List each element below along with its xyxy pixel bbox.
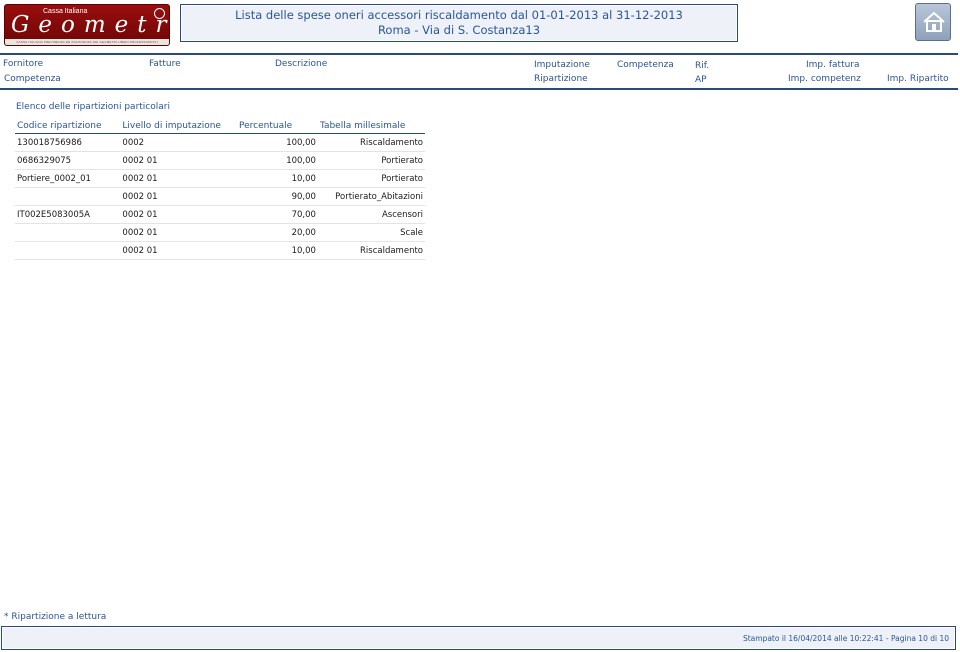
report-title: Lista delle spese oneri accessori riscal… (235, 8, 683, 22)
home-button[interactable] (915, 3, 951, 41)
col-fornitore: Fornitore (3, 59, 44, 69)
cell-codice: Portiere_0002_01 (15, 169, 121, 188)
cell-percentuale: 100,00 (237, 133, 318, 152)
table-header-row: Codice ripartizione Livello di imputazio… (15, 119, 425, 134)
cell-tabella: Portierato_Abitazioni (317, 187, 425, 206)
cell-livello: 0002 (120, 133, 238, 152)
print-timestamp: Stampato il 16/04/2014 alle 10:22:41 (742, 634, 884, 643)
footer-bar: Stampato il 16/04/2014 alle 10:22:41 - P… (1, 626, 956, 650)
cell-tabella: Riscaldamento (317, 241, 425, 260)
table-row: 0002 01 20,00 Scale (15, 223, 425, 242)
section-title: Elenco delle ripartizioni particolari (16, 102, 170, 112)
header-tabella: Tabella millesimale (317, 119, 425, 134)
logo-wordmark: Geometri (11, 12, 169, 38)
cell-codice (15, 187, 121, 206)
report-title-box: Lista delle spese oneri accessori riscal… (180, 4, 738, 42)
cell-codice: IT002E5083005A (15, 205, 121, 224)
header-livello: Livello di imputazione (120, 119, 238, 134)
cell-livello: 0002 01 (120, 241, 238, 260)
table-row: 0686329075 0002 01 100,00 Portierato (15, 151, 425, 170)
cell-tabella: Portierato (317, 169, 425, 188)
table-row: 130018756986 0002 100,00 Riscaldamento (15, 133, 425, 152)
logo-subtitle: CASSA ITALIANA PREVIDENZA ED ASSISTENZA … (5, 39, 169, 45)
cell-percentuale: 90,00 (237, 187, 318, 206)
report-address: Roma - Via di S. Costanza13 (377, 23, 541, 37)
col-imp-fattura: Imp. fattura (806, 60, 860, 70)
header-codice: Codice ripartizione (15, 119, 121, 134)
table-row: Portiere_0002_01 0002 01 10,00 Portierat… (15, 169, 425, 188)
col-rif: Rif. (695, 61, 710, 71)
col-fatture: Fatture (149, 59, 181, 69)
col-imputazione: Imputazione (534, 60, 590, 70)
table-row: 0002 01 10,00 Riscaldamento (15, 241, 425, 260)
col-imp-competenz: Imp. competenz (788, 74, 861, 84)
cell-livello: 0002 01 (120, 205, 238, 224)
ripartizioni-table: Codice ripartizione Livello di imputazio… (15, 119, 425, 260)
table-row: 0002 01 90,00 Portierato_Abitazioni (15, 187, 425, 206)
header-rule-top (0, 53, 958, 55)
footer-text: Stampato il 16/04/2014 alle 10:22:41 - P… (743, 634, 949, 643)
cell-tabella: Riscaldamento (317, 133, 425, 152)
cell-livello: 0002 01 (120, 169, 238, 188)
page-indicator: Pagina 10 di 10 (890, 634, 949, 643)
cell-tabella: Portierato (317, 151, 425, 170)
cell-codice: 0686329075 (15, 151, 121, 170)
col-ap: AP (695, 75, 707, 85)
table-row: IT002E5083005A 0002 01 70,00 Ascensori (15, 205, 425, 224)
footer-separator: - (883, 634, 891, 643)
cell-codice: 130018756986 (15, 133, 121, 152)
cell-livello: 0002 01 (120, 187, 238, 206)
col-competenza-top: Competenza (617, 60, 674, 70)
cell-livello: 0002 01 (120, 223, 238, 242)
cassa-geometri-logo: Cassa Italiana Geometri CASSA ITALIANA P… (4, 4, 170, 46)
home-icon (923, 11, 945, 32)
col-imp-ripartito: Imp. Ripartito (887, 74, 949, 84)
cell-percentuale: 100,00 (237, 151, 318, 170)
cell-codice (15, 223, 121, 242)
cell-codice (15, 241, 121, 260)
cell-tabella: Scale (317, 223, 425, 242)
col-descrizione: Descrizione (275, 59, 328, 69)
cell-tabella: Ascensori (317, 205, 425, 224)
col-competenza-left: Competenza (4, 74, 61, 84)
col-ripartizione: Ripartizione (534, 74, 588, 84)
cell-percentuale: 10,00 (237, 169, 318, 188)
cell-percentuale: 20,00 (237, 223, 318, 242)
header-percentuale: Percentuale (237, 119, 318, 134)
header-rule-bottom (0, 88, 958, 90)
footnote: * Ripartizione a lettura (4, 612, 107, 622)
cell-percentuale: 70,00 (237, 205, 318, 224)
cell-percentuale: 10,00 (237, 241, 318, 260)
cell-livello: 0002 01 (120, 151, 238, 170)
